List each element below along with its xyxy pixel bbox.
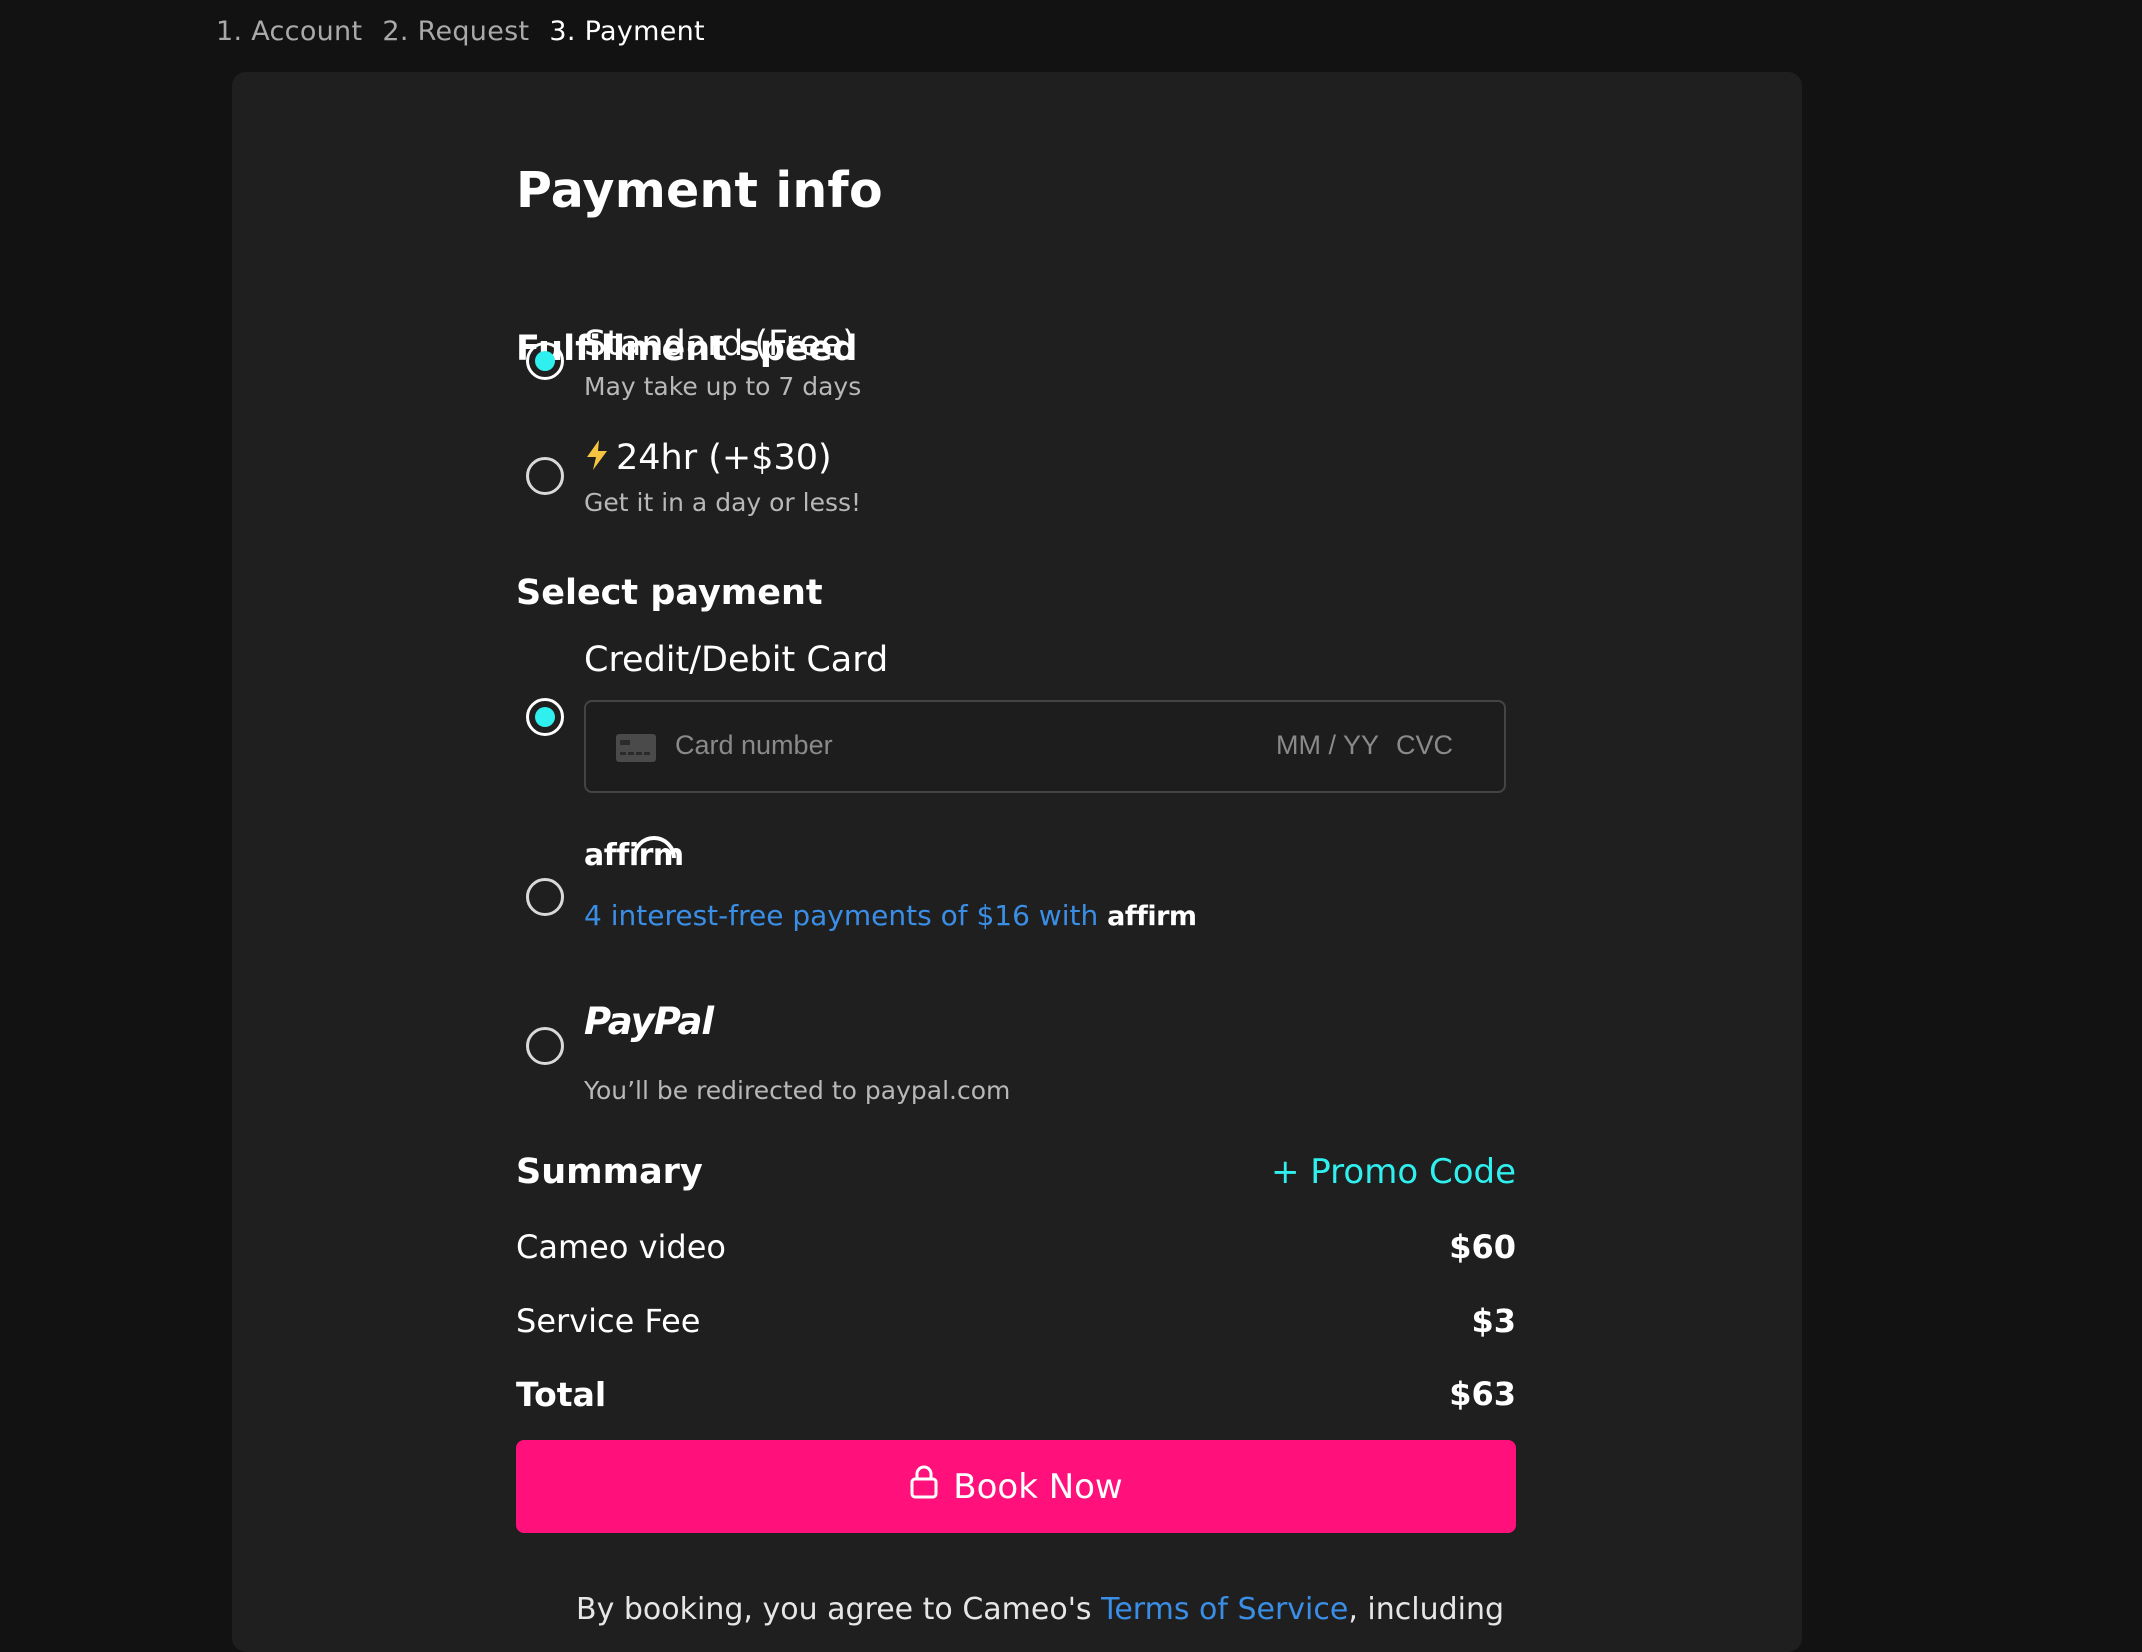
summary-header: Summary + Promo Code <box>516 1152 1516 1192</box>
option-standard-title: Standard (Free) <box>584 324 856 364</box>
card-number-field[interactable]: Card number MM / YY CVC <box>584 700 1506 793</box>
terms-text: By booking, you agree to Cameo's Terms o… <box>576 1592 1504 1627</box>
terms-prefix: By booking, you agree to Cameo's <box>576 1592 1092 1627</box>
total-label: Total <box>516 1375 607 1414</box>
option-24hr-label: 24hr (+$30) <box>616 438 832 478</box>
card-number-placeholder: Card number <box>675 730 833 760</box>
credit-card-icon <box>616 734 656 766</box>
affirm-offer-text: 4 interest-free payments of $16 with <box>584 899 1099 932</box>
line-label: Service Fee <box>516 1302 701 1340</box>
total-value: $63 <box>1449 1375 1516 1413</box>
option-24hr-subtitle: Get it in a day or less! <box>584 488 862 517</box>
promo-code-link[interactable]: + Promo Code <box>1271 1152 1516 1192</box>
radio-standard[interactable] <box>526 342 564 380</box>
affirm-inline-logo: affirm <box>1107 901 1197 932</box>
summary-line-cameo: Cameo video $60 <box>516 1228 1516 1266</box>
affirm-offer[interactable]: 4 interest-free payments of $16 with aff… <box>584 899 1197 932</box>
line-value: $3 <box>1471 1302 1516 1340</box>
affirm-arc-icon <box>632 836 676 859</box>
option-24hr-title: 24hr (+$30) <box>584 438 832 480</box>
step-payment: 3. Payment <box>549 16 705 47</box>
terms-of-service-link[interactable]: Terms of Service <box>1101 1592 1348 1627</box>
radio-card[interactable] <box>526 698 564 736</box>
paypal-subtitle: You’ll be redirected to paypal.com <box>584 1076 1011 1105</box>
lock-icon <box>909 1465 939 1508</box>
step-account[interactable]: 1. Account <box>216 16 362 47</box>
step-request[interactable]: 2. Request <box>382 16 529 47</box>
lightning-bolt-icon <box>584 439 610 480</box>
book-now-label: Book Now <box>953 1466 1123 1507</box>
summary-total: Total $63 <box>516 1375 1516 1414</box>
terms-suffix: , including <box>1348 1592 1505 1627</box>
checkout-steps: 1. Account 2. Request 3. Payment <box>216 16 705 47</box>
expiry-placeholder[interactable]: MM / YY <box>1276 730 1379 761</box>
page-title: Payment info <box>516 162 883 219</box>
radio-24hr[interactable] <box>526 457 564 495</box>
card-option-title: Credit/Debit Card <box>584 640 889 680</box>
summary-line-fee: Service Fee $3 <box>516 1302 1516 1340</box>
line-label: Cameo video <box>516 1228 726 1266</box>
paypal-logo: PayPal <box>584 1000 714 1043</box>
cvc-placeholder[interactable]: CVC <box>1396 730 1453 761</box>
line-value: $60 <box>1449 1228 1516 1266</box>
radio-paypal[interactable] <box>526 1027 564 1065</box>
radio-affirm[interactable] <box>526 878 564 916</box>
affirm-logo: affirm <box>584 836 684 873</box>
book-now-button[interactable]: Book Now <box>516 1440 1516 1533</box>
option-standard-subtitle: May take up to 7 days <box>584 372 862 401</box>
payment-heading: Select payment <box>516 573 823 613</box>
payment-card <box>232 72 1802 1652</box>
summary-heading: Summary <box>516 1152 703 1192</box>
payment-form: Payment info Fulfillment speed Standard … <box>516 162 1516 1627</box>
